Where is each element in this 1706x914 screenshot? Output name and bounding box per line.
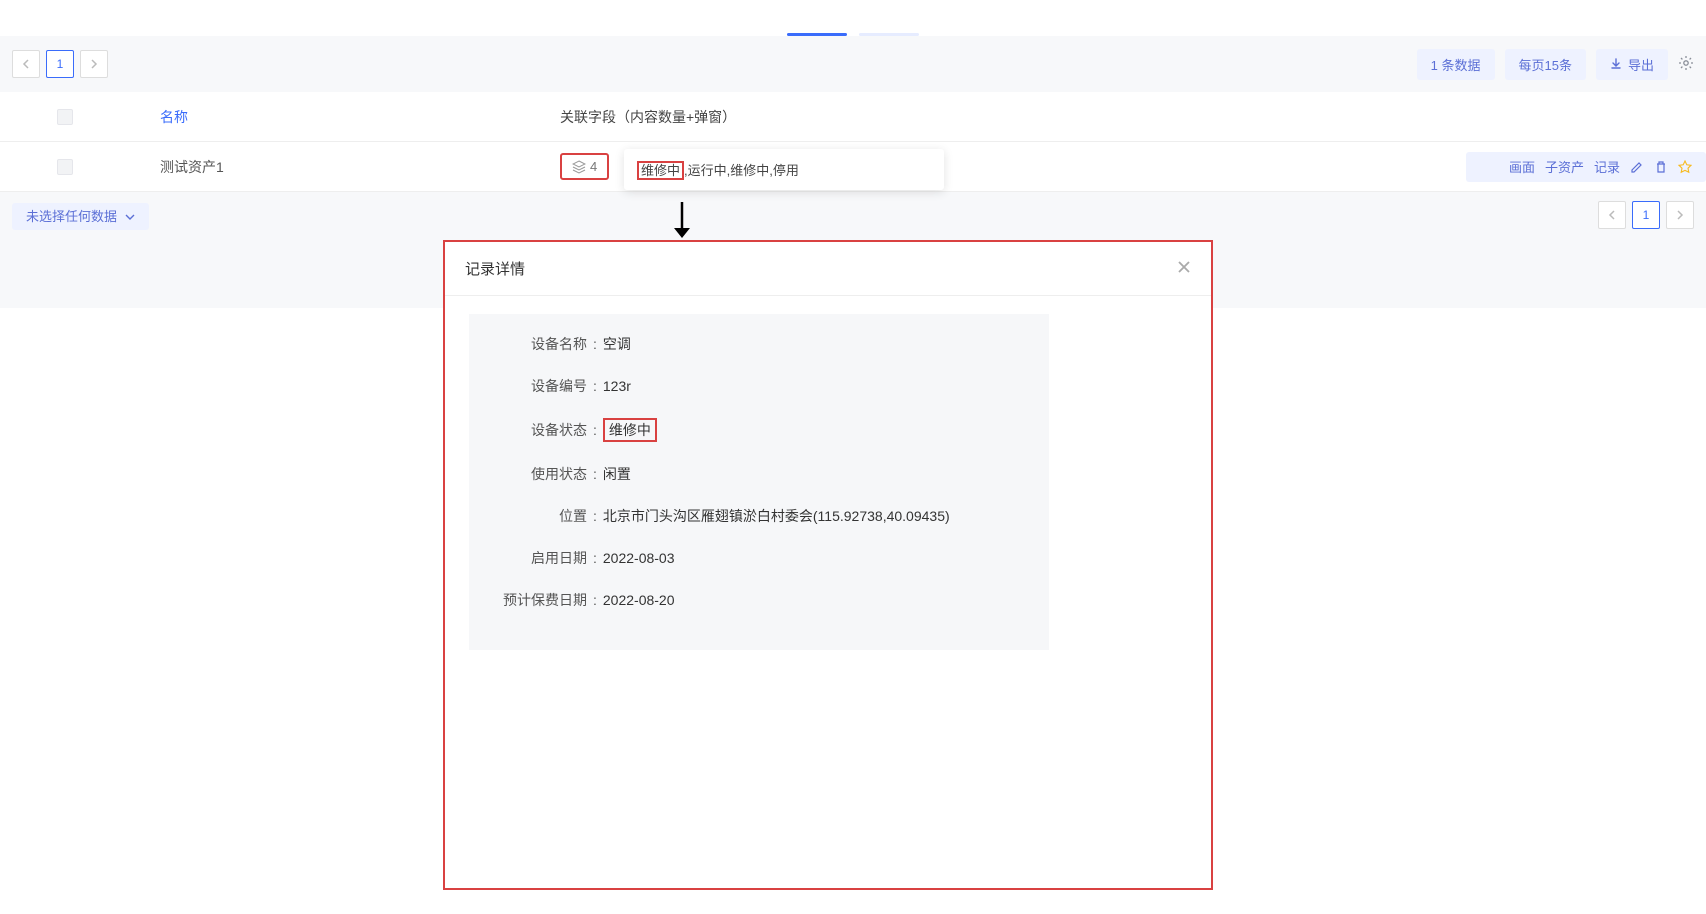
export-label: 导出 [1628,55,1654,74]
field-use-status: 使用状态: 闲置 [495,464,1023,484]
field-device-name: 设备名称: 空调 [495,334,1023,354]
modal-title: 记录详情 [465,258,525,279]
action-record[interactable]: 记录 [1594,157,1620,176]
value: 2022-08-03 [603,550,675,566]
gear-icon[interactable] [1678,55,1694,74]
value: 2022-08-20 [603,592,675,608]
footer-pagination: 1 [1598,201,1694,229]
tooltip-rest: ,运行中,维修中,停用 [684,163,799,178]
download-icon [1610,58,1622,70]
page-number[interactable]: 1 [46,50,74,78]
action-sub-asset[interactable]: 子资产 [1545,157,1584,176]
table-row: 测试资产1 4 维修中,运行中,维修中,停用 画面 子资产 记录 [0,142,1706,192]
value: 123r [603,378,631,394]
label: 使用状态 [495,464,587,484]
column-related: 关联字段（内容数量+弹窗） [560,107,840,127]
row-name: 测试资产1 [130,157,560,177]
data-count-chip[interactable]: 1 条数据 [1417,49,1495,80]
field-enable-date: 启用日期: 2022-08-03 [495,548,1023,568]
edit-icon[interactable] [1630,160,1644,174]
label: 位置 [495,506,587,526]
toolbar-left: 1 [12,50,108,78]
record-detail-modal: 记录详情 设备名称: 空调 设备编号: 123r 设备状态: 维修中 使用状态:… [443,240,1213,890]
page-size-chip[interactable]: 每页15条 [1505,49,1586,80]
related-count: 4 [590,159,597,174]
selection-label: 未选择任何数据 [26,209,117,224]
tab-indicator-inactive[interactable] [859,33,919,36]
column-name[interactable]: 名称 [130,107,560,127]
label: 预计保费日期 [495,590,587,610]
footer-page-number[interactable]: 1 [1632,201,1660,229]
related-tooltip: 维修中,运行中,维修中,停用 [624,149,944,190]
top-tabs [0,0,1706,36]
selection-chip[interactable]: 未选择任何数据 [12,203,149,230]
field-device-no: 设备编号: 123r [495,376,1023,396]
row-checkbox-cell [0,159,130,175]
footer-left: 未选择任何数据 [12,206,149,225]
detail-card: 设备名称: 空调 设备编号: 123r 设备状态: 维修中 使用状态: 闲置 位… [469,314,1049,650]
table-header: 名称 关联字段（内容数量+弹窗） [0,92,1706,142]
field-warranty-date: 预计保费日期: 2022-08-20 [495,590,1023,610]
label: 设备名称 [495,334,587,354]
value: 北京市门头沟区雁翅镇淤白村委会(115.92738,40.09435) [603,506,950,526]
label: 设备状态 [495,420,587,440]
export-button[interactable]: 导出 [1596,49,1668,80]
close-icon[interactable] [1177,258,1191,279]
footer-page-prev[interactable] [1598,201,1626,229]
header-checkbox-cell [0,109,130,125]
field-location: 位置: 北京市门头沟区雁翅镇淤白村委会(115.92738,40.09435) [495,506,1023,526]
header-checkbox[interactable] [57,109,73,125]
toolbar-right: 1 条数据 每页15条 导出 [1417,49,1694,80]
chevron-down-icon [125,209,135,224]
tooltip-first-item: 维修中 [637,161,684,180]
page-prev-button[interactable] [12,50,40,78]
row-actions: 画面 子资产 记录 [1466,152,1706,182]
footer-bar: 未选择任何数据 1 [0,192,1706,238]
modal-header: 记录详情 [445,242,1211,296]
value-highlighted: 维修中 [603,418,657,442]
value: 闲置 [603,464,631,484]
value: 空调 [603,334,631,354]
tab-indicator-active[interactable] [787,33,847,36]
label: 设备编号 [495,376,587,396]
star-icon[interactable] [1678,160,1692,174]
label: 启用日期 [495,548,587,568]
footer-page-next[interactable] [1666,201,1694,229]
trash-icon[interactable] [1654,160,1668,174]
related-badge[interactable]: 4 [560,153,609,180]
action-screen[interactable]: 画面 [1509,157,1535,176]
field-device-status: 设备状态: 维修中 [495,418,1023,442]
layers-icon [572,160,586,174]
toolbar: 1 1 条数据 每页15条 导出 [0,36,1706,92]
row-checkbox[interactable] [57,159,73,175]
page-next-button[interactable] [80,50,108,78]
row-related-cell: 4 维修中,运行中,维修中,停用 [560,153,840,180]
